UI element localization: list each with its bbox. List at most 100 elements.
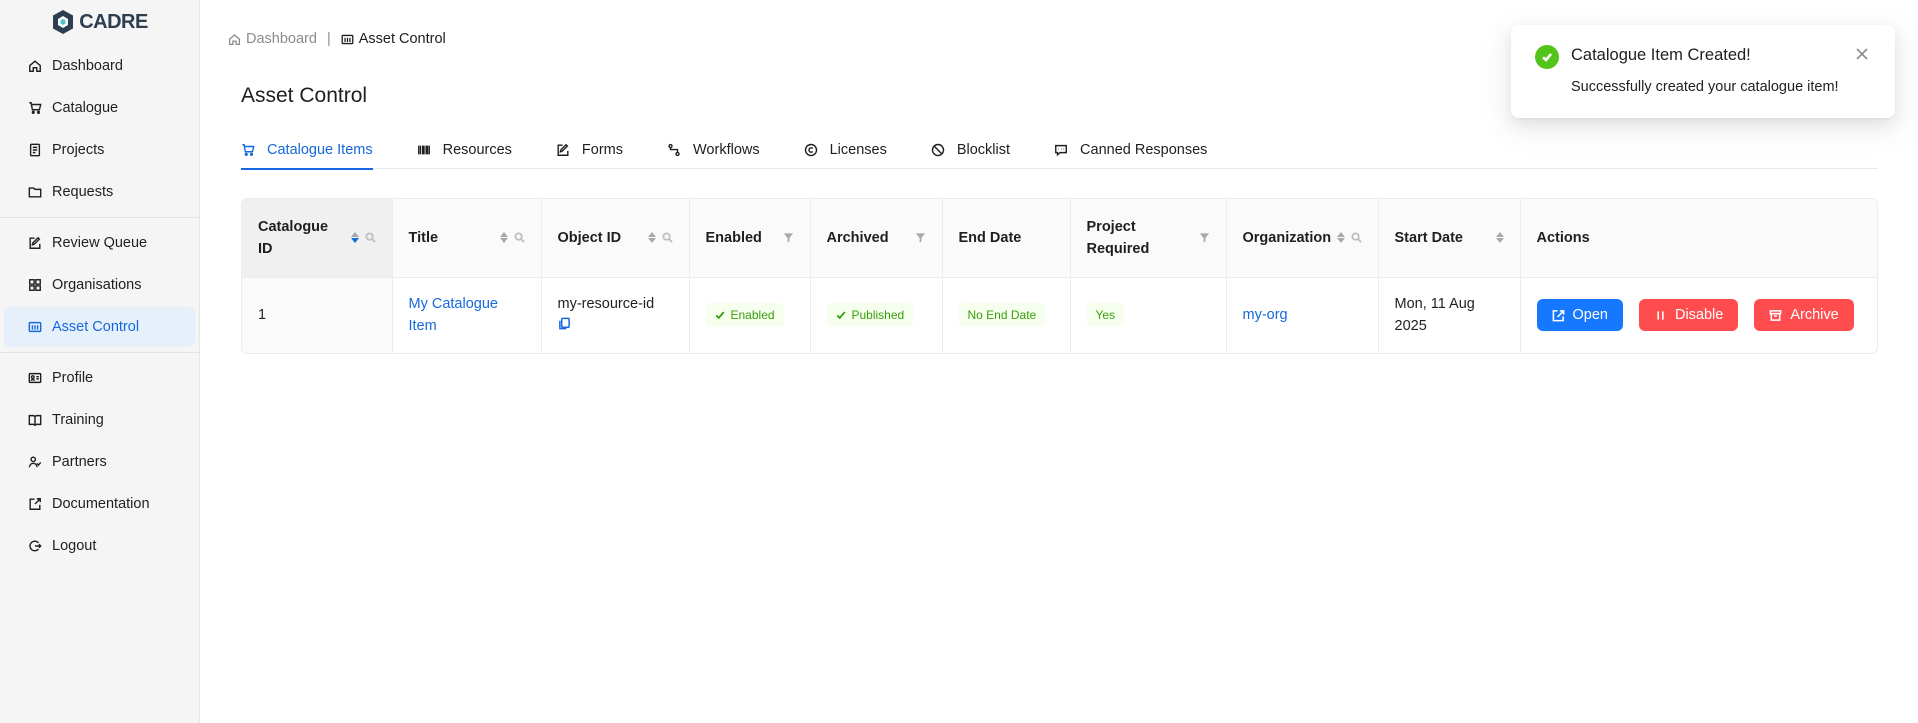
- pause-icon: [1657, 311, 1664, 320]
- cadre-logo-icon: [51, 9, 75, 35]
- form-icon: [556, 143, 582, 157]
- sidebar-item-label: Projects: [52, 142, 105, 158]
- column-header-archived[interactable]: Archived: [810, 199, 943, 278]
- column-title: Project Required: [1086, 218, 1150, 257]
- nav-divider: [0, 352, 199, 353]
- disable-button[interactable]: Disable: [1638, 299, 1739, 332]
- sidebar-item-label: Profile: [52, 370, 94, 386]
- cell-enabled: Enabled: [689, 277, 811, 353]
- tab-label: Workflows: [693, 142, 760, 158]
- partners-icon: [28, 455, 42, 469]
- filter-icon[interactable]: [915, 232, 926, 243]
- notification-title: Catalogue Item Created!: [1571, 46, 1751, 64]
- asset-icon: [341, 33, 354, 46]
- logo[interactable]: CADRE: [0, 0, 199, 44]
- breadcrumb-home-label: Dashboard: [246, 31, 317, 47]
- cell-project-required: Yes: [1070, 277, 1227, 353]
- sidebar-item-training[interactable]: Training: [4, 400, 195, 440]
- external-link-icon: [28, 497, 42, 511]
- tab-label: Licenses: [829, 142, 887, 158]
- sort-toggle[interactable]: [499, 232, 508, 244]
- search-icon[interactable]: [364, 232, 376, 243]
- success-notification: Catalogue Item Created! Successfully cre…: [1511, 25, 1895, 118]
- status-badge: Enabled: [705, 303, 784, 328]
- sidebar-item-label: Partners: [52, 454, 107, 470]
- folder-icon: [28, 185, 42, 199]
- sort-toggle[interactable]: [647, 232, 656, 244]
- status-badge: No End Date: [958, 303, 1046, 328]
- sidebar-item-catalogue[interactable]: Catalogue: [4, 88, 195, 128]
- sort-toggle[interactable]: [1336, 232, 1345, 244]
- copyright-icon: [804, 143, 830, 157]
- sort-toggle[interactable]: [1495, 232, 1504, 244]
- status-badge: Yes: [1086, 303, 1125, 328]
- filter-icon[interactable]: [783, 232, 794, 243]
- sidebar-item-label: Asset Control: [52, 319, 140, 335]
- sidebar-item-label: Logout: [52, 538, 97, 554]
- breadcrumb-current: Asset Control: [341, 31, 446, 47]
- sidebar-item-profile[interactable]: Profile: [4, 358, 195, 398]
- edit-icon: [28, 236, 42, 250]
- filter-icon[interactable]: [1199, 232, 1210, 243]
- close-icon[interactable]: [1855, 47, 1869, 61]
- sidebar-item-organisations[interactable]: Organisations: [4, 265, 195, 305]
- cell-actions: Open Disable Archive: [1520, 277, 1877, 353]
- cell-start-date: Mon, 11 Aug 2025: [1378, 277, 1521, 353]
- column-header-catalogue-id[interactable]: Catalogue ID: [242, 199, 393, 278]
- sidebar-item-projects[interactable]: Projects: [4, 130, 195, 170]
- nav-group-admin: Review Queue Organisations Asset Control: [0, 223, 199, 347]
- training-icon: [28, 413, 42, 427]
- tab-catalogue-items[interactable]: Catalogue Items: [241, 131, 373, 170]
- open-button[interactable]: Open: [1536, 299, 1623, 332]
- tab-workflows[interactable]: Workflows: [667, 131, 760, 169]
- check-icon: [715, 311, 724, 320]
- table-row: 1 My Catalogue Item my-resource-id Enabl…: [242, 277, 1877, 353]
- sidebar-item-documentation[interactable]: Documentation: [4, 484, 195, 524]
- badge-label: Published: [851, 308, 905, 323]
- column-title: Organization: [1242, 229, 1332, 246]
- column-header-organization[interactable]: Organization: [1226, 199, 1379, 278]
- check-circle-icon: [1535, 45, 1559, 69]
- column-header-title[interactable]: Title: [392, 199, 542, 278]
- tab-resources[interactable]: Resources: [417, 131, 512, 169]
- notification-message: Successfully created your catalogue item…: [1571, 79, 1839, 95]
- cart-icon: [28, 101, 42, 115]
- sidebar-item-label: Catalogue: [52, 100, 119, 116]
- barcode-icon: [417, 143, 443, 157]
- sidebar: CADRE Dashboard Catalogue Projects Reque…: [0, 0, 200, 723]
- sidebar-item-partners[interactable]: Partners: [4, 442, 195, 482]
- sidebar-item-asset-control[interactable]: Asset Control: [4, 307, 195, 347]
- copy-icon[interactable]: [558, 317, 571, 330]
- tab-blocklist[interactable]: Blocklist: [931, 131, 1010, 169]
- breadcrumb-home[interactable]: Dashboard: [228, 31, 317, 47]
- tab-licenses[interactable]: Licenses: [804, 131, 887, 169]
- archive-button[interactable]: Archive: [1754, 299, 1854, 332]
- catalogue-item-link[interactable]: My Catalogue Item: [409, 293, 504, 337]
- organization-link[interactable]: my-org: [1243, 307, 1288, 323]
- search-icon[interactable]: [1350, 232, 1362, 243]
- home-icon: [228, 33, 241, 46]
- sidebar-item-requests[interactable]: Requests: [4, 172, 195, 212]
- block-icon: [931, 143, 957, 157]
- tab-label: Blocklist: [956, 142, 1011, 158]
- sidebar-item-label: Requests: [52, 184, 114, 200]
- column-title: End Date: [958, 229, 1022, 246]
- column-header-object-id[interactable]: Object ID: [541, 199, 690, 278]
- search-icon[interactable]: [661, 232, 673, 243]
- sidebar-item-label: Training: [52, 412, 104, 428]
- sort-toggle[interactable]: [350, 232, 359, 244]
- cell-end-date: No End Date: [942, 277, 1071, 353]
- sidebar-item-review-queue[interactable]: Review Queue: [4, 223, 195, 263]
- tab-forms[interactable]: Forms: [556, 131, 623, 169]
- column-header-enabled[interactable]: Enabled: [689, 199, 811, 278]
- column-header-start-date[interactable]: Start Date: [1378, 199, 1521, 278]
- logout-icon: [28, 539, 42, 553]
- column-header-project-required[interactable]: Project Required: [1070, 199, 1227, 278]
- sidebar-item-logout[interactable]: Logout: [4, 526, 195, 566]
- asset-icon: [28, 320, 42, 334]
- search-icon[interactable]: [513, 232, 525, 243]
- sidebar-item-dashboard[interactable]: Dashboard: [4, 46, 195, 86]
- nav-group-account: Profile Training Partners Documentation …: [0, 358, 199, 566]
- tab-label: Resources: [442, 142, 512, 158]
- tab-canned-responses[interactable]: Canned Responses: [1054, 131, 1207, 169]
